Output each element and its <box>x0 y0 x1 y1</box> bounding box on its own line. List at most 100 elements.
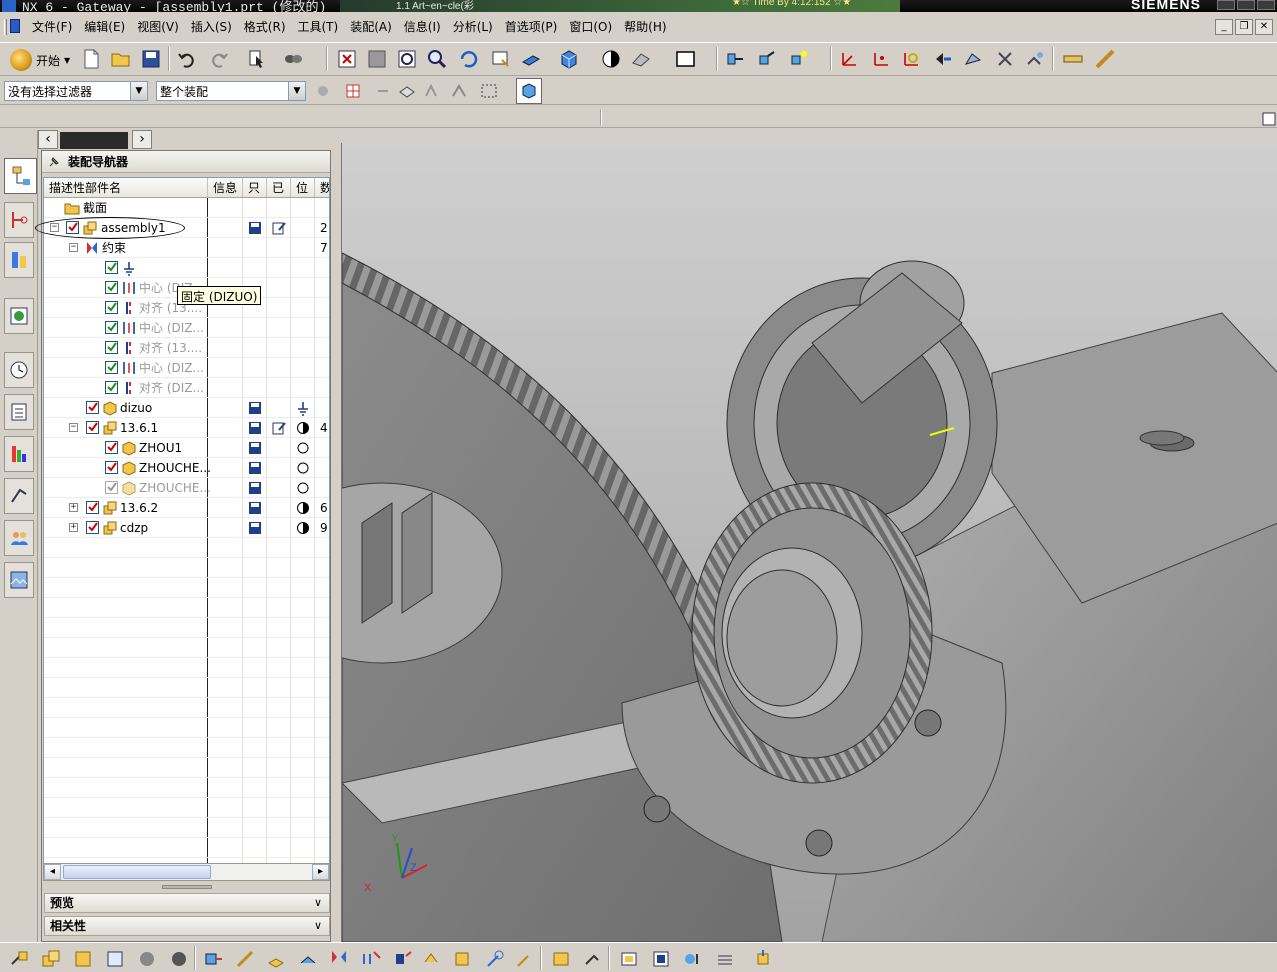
expand-icon[interactable]: + <box>69 503 78 512</box>
new-component-button[interactable] <box>70 946 96 972</box>
close-window-button[interactable] <box>1257 0 1275 10</box>
constraint-checkbox[interactable] <box>105 261 118 274</box>
menu-insert[interactable]: 插入(S) <box>185 16 238 38</box>
scroll-right-arrow[interactable]: ▸ <box>312 864 329 880</box>
frame-button[interactable] <box>672 46 698 72</box>
component-placement-button[interactable] <box>200 946 226 972</box>
menu-format[interactable]: 格式(R) <box>238 16 292 38</box>
wcs-origin-button[interactable] <box>868 46 894 72</box>
column-header-position[interactable]: 位 <box>291 178 315 198</box>
panel-toggle-icon[interactable] <box>1256 106 1277 132</box>
menu-analysis[interactable]: 分析(L) <box>447 16 499 38</box>
component-info-button[interactable] <box>680 946 706 972</box>
measure-distance-button[interactable] <box>1060 46 1086 72</box>
tree-row-constraints[interactable]: − 约束 7 <box>44 238 329 258</box>
tree-row-cdzp[interactable]: + cdzp 9 <box>44 518 329 538</box>
tree-row-13-6-1[interactable]: − 13.6.1 4 <box>44 418 329 438</box>
column-header-modified[interactable]: 已 <box>267 178 291 198</box>
mdi-minimize-button[interactable]: _ <box>1215 19 1233 35</box>
scrollbar-thumb[interactable] <box>63 865 211 879</box>
chevron-down-icon[interactable]: ∨ <box>310 918 326 934</box>
visibility-checkbox[interactable] <box>86 421 99 434</box>
zoom-window-button[interactable] <box>364 46 390 72</box>
exploded-view-button[interactable] <box>358 946 384 972</box>
tree-row-section[interactable]: 截面 <box>44 198 329 218</box>
chevron-down-icon[interactable]: ∨ <box>310 895 326 911</box>
horizontal-scrollbar[interactable]: ◂ ▸ <box>43 863 330 881</box>
component-view-button[interactable] <box>516 78 542 104</box>
tree-row-constraint[interactable]: 中心 (DIZ... <box>44 358 329 378</box>
create-array-button[interactable] <box>102 946 128 972</box>
collapse-icon[interactable]: − <box>50 223 59 232</box>
history-tab[interactable] <box>4 352 34 388</box>
constraint-checkbox[interactable] <box>105 321 118 334</box>
menu-assemblies[interactable]: 装配(A) <box>344 16 398 38</box>
tree-row-zhouche-1[interactable]: ZHOUCHE... <box>44 458 329 478</box>
part-navigator-tab[interactable] <box>4 242 34 278</box>
find-component-button[interactable] <box>6 946 32 972</box>
remember-constraints-button[interactable] <box>326 946 352 972</box>
tree-row-zhouche-2[interactable]: ZHOUCHE... <box>44 478 329 498</box>
visibility-checkbox[interactable] <box>105 441 118 454</box>
roles-tab[interactable] <box>4 520 34 556</box>
constraint-checkbox[interactable] <box>105 341 118 354</box>
start-button[interactable]: 开始 ▼ <box>10 47 70 73</box>
wave-geometry-button[interactable] <box>450 946 476 972</box>
dependencies-section[interactable]: 相关性 ∨ <box>44 916 330 936</box>
wcs-button[interactable] <box>836 46 862 72</box>
wcs-display-button[interactable] <box>960 46 986 72</box>
show-hide-button[interactable] <box>280 46 306 72</box>
gear-assembly-model[interactable]: X Z Y <box>342 143 1277 942</box>
select-component-icon[interactable] <box>310 78 336 104</box>
collapse-icon[interactable]: − <box>69 243 78 252</box>
visibility-checkbox[interactable] <box>86 501 99 514</box>
fit-view-button[interactable] <box>334 46 360 72</box>
assembly-properties-button[interactable] <box>648 946 674 972</box>
tree-row-assembly1[interactable]: − assembly1 2 <box>44 218 329 238</box>
column-header-count[interactable]: 数 <box>315 178 329 198</box>
visibility-checkbox[interactable] <box>86 401 99 414</box>
web-browser-tab[interactable] <box>4 298 34 334</box>
select-face-button[interactable] <box>394 78 420 104</box>
curve-rule-button[interactable] <box>446 78 472 104</box>
zoom-button[interactable] <box>424 46 450 72</box>
maximize-window-button[interactable] <box>1237 0 1255 10</box>
minimize-window-button[interactable] <box>1217 0 1235 10</box>
system-scene-tab[interactable] <box>4 562 34 598</box>
menu-tools[interactable]: 工具(T) <box>292 16 345 38</box>
hd3d-tools-tab[interactable] <box>4 436 34 472</box>
visibility-checkbox[interactable] <box>86 521 99 534</box>
add-existing-component-button[interactable] <box>38 946 64 972</box>
type-filter-dropdown[interactable]: 没有选择过滤器 ▼ <box>4 81 148 101</box>
vector-tool-button[interactable] <box>1022 46 1048 72</box>
process-studio-tab[interactable] <box>4 478 34 514</box>
add-component-button[interactable] <box>722 46 748 72</box>
graphics-viewport[interactable]: X Z Y <box>341 143 1277 942</box>
layout-button[interactable] <box>712 946 738 972</box>
constraint-checkbox[interactable] <box>105 381 118 394</box>
save-button[interactable] <box>138 46 164 72</box>
menu-preferences[interactable]: 首选项(P) <box>499 16 564 38</box>
point-tool-button[interactable] <box>992 46 1018 72</box>
constraint-checkbox[interactable] <box>105 281 118 294</box>
pin-icon[interactable] <box>48 156 60 168</box>
column-header-name[interactable]: 描述性部件名 <box>44 178 208 198</box>
column-header-readonly[interactable]: 只 <box>243 178 267 198</box>
column-header-info[interactable]: 信息 <box>208 178 243 198</box>
selection-scope-dropdown[interactable]: 整个装配 ▼ <box>156 81 306 101</box>
menu-help[interactable]: 帮助(H) <box>618 16 672 38</box>
interface-button[interactable] <box>580 946 606 972</box>
more-tools-button[interactable] <box>750 946 776 972</box>
assembly-constraints-button[interactable] <box>264 946 290 972</box>
product-outline-button[interactable] <box>548 946 574 972</box>
panel-splitter[interactable] <box>162 885 212 889</box>
menu-window[interactable]: 窗口(O) <box>563 16 618 38</box>
reposition-component-button[interactable] <box>786 46 812 72</box>
visibility-checkbox[interactable] <box>66 221 79 234</box>
background-button[interactable] <box>598 46 624 72</box>
assembly-cut-button[interactable] <box>512 946 538 972</box>
hidden-checkbox[interactable] <box>105 481 118 494</box>
undo-button[interactable] <box>174 46 200 72</box>
constraint-checkbox[interactable] <box>105 361 118 374</box>
pan-button[interactable] <box>488 46 514 72</box>
